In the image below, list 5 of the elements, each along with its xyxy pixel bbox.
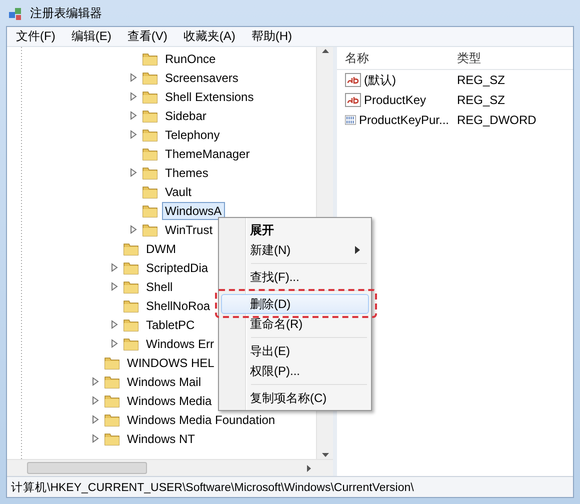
window-title: 注册表编辑器 <box>30 4 102 22</box>
value-type: REG_SZ <box>456 93 506 107</box>
registry-path: 计算机\HKEY_CURRENT_USER\Software\Microsoft\Windows\CurrentVersion\ <box>11 480 414 494</box>
value-type: REG_DWORD <box>456 113 538 127</box>
value-type: REG_SZ <box>456 73 506 87</box>
